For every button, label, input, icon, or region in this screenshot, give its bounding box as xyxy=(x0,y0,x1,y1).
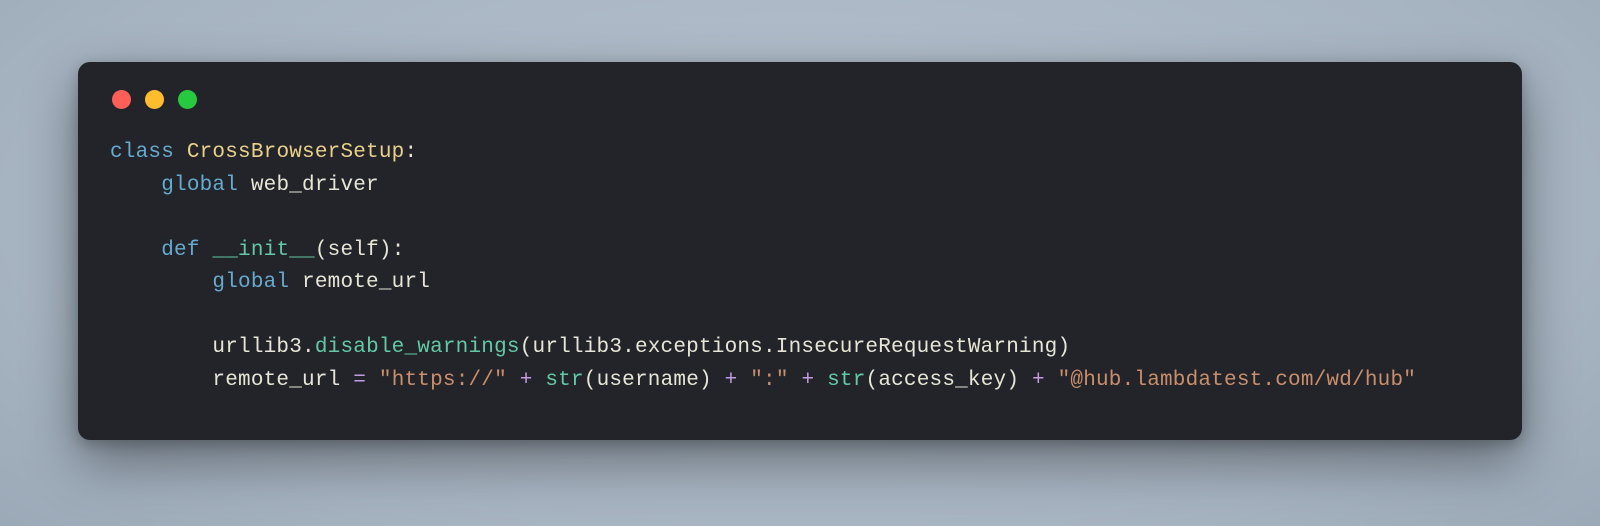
code-block: class CrossBrowserSetup: global web_driv… xyxy=(110,137,1490,397)
dot: . xyxy=(622,336,635,359)
module-urllib3: urllib3 xyxy=(212,336,302,359)
minimize-icon[interactable] xyxy=(145,90,164,109)
paren-open: ( xyxy=(315,239,328,262)
identifier-remote-url: remote_url xyxy=(212,369,340,392)
paren-close: ) xyxy=(379,239,392,262)
operator-equals: = xyxy=(353,369,366,392)
keyword-class: class xyxy=(110,141,174,164)
zoom-icon[interactable] xyxy=(178,90,197,109)
method-init: __init__ xyxy=(212,239,314,262)
dot: . xyxy=(763,336,776,359)
colon: : xyxy=(392,239,405,262)
string-https: "https://" xyxy=(379,369,507,392)
identifier-web-driver: web_driver xyxy=(251,174,379,197)
identifier-remote-url: remote_url xyxy=(302,271,430,294)
paren-close: ) xyxy=(699,369,712,392)
paren-close: ) xyxy=(1057,336,1070,359)
keyword-global: global xyxy=(161,174,238,197)
operator-plus: + xyxy=(520,369,533,392)
call-str: str xyxy=(827,369,865,392)
string-colon: ":" xyxy=(750,369,788,392)
window-traffic-lights xyxy=(112,90,1490,109)
attr-exceptions: exceptions xyxy=(635,336,763,359)
operator-plus: + xyxy=(801,369,814,392)
identifier-access-key: access_key xyxy=(878,369,1006,392)
call-disable-warnings: disable_warnings xyxy=(315,336,520,359)
dot: . xyxy=(302,336,315,359)
module-urllib3: urllib3 xyxy=(533,336,623,359)
param-self: self xyxy=(328,239,379,262)
paren-open: ( xyxy=(866,369,879,392)
operator-plus: + xyxy=(725,369,738,392)
class-name: CrossBrowserSetup xyxy=(187,141,405,164)
keyword-global: global xyxy=(212,271,289,294)
operator-plus: + xyxy=(1032,369,1045,392)
code-window: class CrossBrowserSetup: global web_driv… xyxy=(78,62,1522,440)
class-insecure-request-warning: InsecureRequestWarning xyxy=(776,336,1058,359)
paren-open: ( xyxy=(520,336,533,359)
close-icon[interactable] xyxy=(112,90,131,109)
paren-open: ( xyxy=(584,369,597,392)
string-hub: "@hub.lambdatest.com/wd/hub" xyxy=(1058,369,1416,392)
call-str: str xyxy=(545,369,583,392)
keyword-def: def xyxy=(161,239,199,262)
paren-close: ) xyxy=(1006,369,1019,392)
identifier-username: username xyxy=(597,369,699,392)
colon: : xyxy=(404,141,417,164)
